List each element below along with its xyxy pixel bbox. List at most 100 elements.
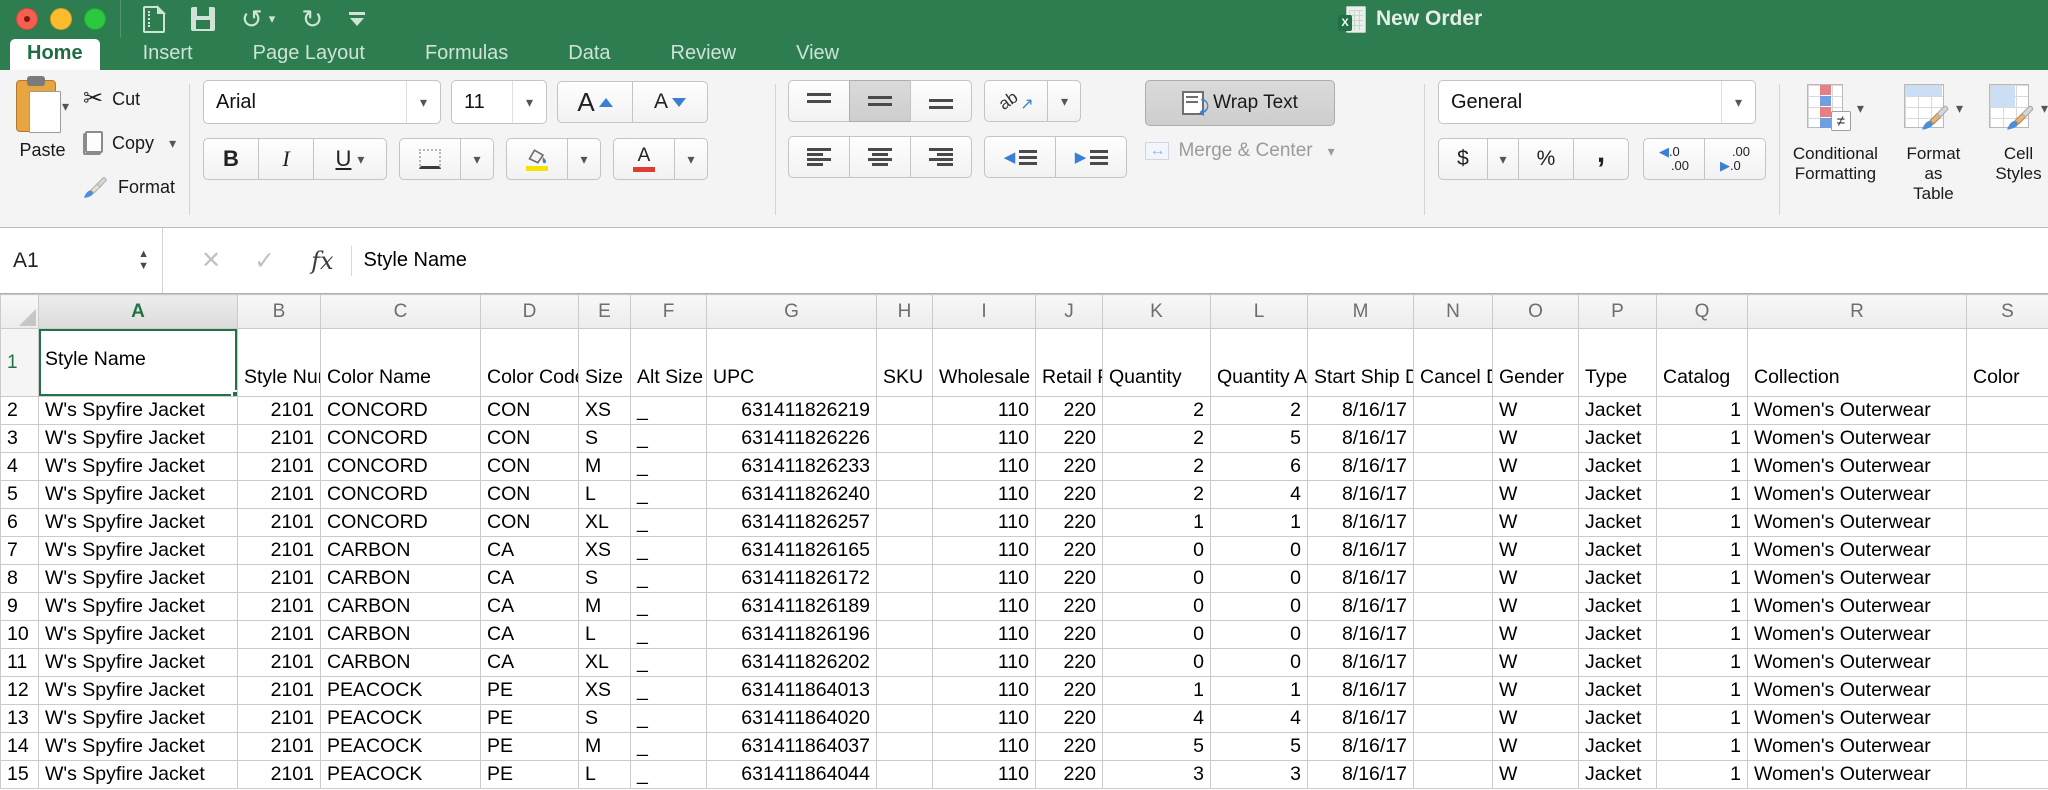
cell-N15[interactable] (1414, 761, 1493, 789)
row-header-5[interactable]: 5 (1, 481, 39, 509)
save-icon[interactable] (191, 7, 215, 31)
column-header-F[interactable]: F (631, 295, 707, 329)
cell-Q13[interactable]: 1 (1657, 705, 1748, 733)
column-header-G[interactable]: G (707, 295, 877, 329)
cell-G2[interactable]: 631411826219 (707, 397, 877, 425)
column-header-M[interactable]: M (1308, 295, 1414, 329)
number-format-dropdown-icon[interactable]: ▾ (1735, 94, 1742, 111)
format-painter-button[interactable]: Format (83, 170, 176, 204)
cell-G11[interactable]: 631411826202 (707, 649, 877, 677)
tab-formulas[interactable]: Formulas (408, 39, 525, 70)
column-header-E[interactable]: E (579, 295, 631, 329)
cell-A12[interactable]: W's Spyfire Jacket (39, 677, 238, 705)
cell-F6[interactable]: _ (631, 509, 707, 537)
cell-F7[interactable]: _ (631, 537, 707, 565)
tab-view[interactable]: View (779, 39, 856, 70)
cell-O6[interactable]: W (1493, 509, 1579, 537)
cell-I14[interactable]: 110 (933, 733, 1036, 761)
cell-F11[interactable]: _ (631, 649, 707, 677)
cell-B14[interactable]: 2101 (238, 733, 321, 761)
paste-dropdown-icon[interactable]: ▾ (62, 98, 69, 115)
cell-M10[interactable]: 8/16/17 (1308, 621, 1414, 649)
column-header-S[interactable]: S (1967, 295, 2048, 329)
font-color-button[interactable]: A (613, 138, 675, 180)
cell-D9[interactable]: CA (481, 593, 579, 621)
row-header-15[interactable]: 15 (1, 761, 39, 789)
italic-button[interactable]: I (258, 138, 314, 180)
row-header-6[interactable]: 6 (1, 509, 39, 537)
column-header-O[interactable]: O (1493, 295, 1579, 329)
cell-M3[interactable]: 8/16/17 (1308, 425, 1414, 453)
number-format-select[interactable]: General ▾ (1438, 80, 1756, 124)
copy-dropdown-icon[interactable]: ▾ (169, 135, 176, 152)
cell-O2[interactable]: W (1493, 397, 1579, 425)
cell-I12[interactable]: 110 (933, 677, 1036, 705)
cell-P5[interactable]: Jacket (1579, 481, 1657, 509)
cell-Q15[interactable]: 1 (1657, 761, 1748, 789)
borders-dropdown[interactable]: ▾ (460, 138, 494, 180)
column-header-Q[interactable]: Q (1657, 295, 1748, 329)
name-box-spinner[interactable]: ▲▼ (138, 250, 149, 271)
cell-E6[interactable]: XL (579, 509, 631, 537)
cell-I8[interactable]: 110 (933, 565, 1036, 593)
cell-L9[interactable]: 0 (1211, 593, 1308, 621)
cell-A15[interactable]: W's Spyfire Jacket (39, 761, 238, 789)
cell-I2[interactable]: 110 (933, 397, 1036, 425)
cell-Q12[interactable]: 1 (1657, 677, 1748, 705)
cell-E9[interactable]: M (579, 593, 631, 621)
cell-I4[interactable]: 110 (933, 453, 1036, 481)
increase-font-size-button[interactable]: A (557, 81, 633, 123)
cell-B1[interactable]: Style Number (238, 329, 321, 397)
cell-E2[interactable]: XS (579, 397, 631, 425)
cell-R5[interactable]: Women's Outerwear (1748, 481, 1967, 509)
cell-A11[interactable]: W's Spyfire Jacket (39, 649, 238, 677)
cell-styles-button[interactable]: ▾ CellStyles (1989, 84, 2048, 184)
column-header-L[interactable]: L (1211, 295, 1308, 329)
cell-M14[interactable]: 8/16/17 (1308, 733, 1414, 761)
cell-C12[interactable]: PEACOCK (321, 677, 481, 705)
cell-E1[interactable]: Size (579, 329, 631, 397)
select-all-corner[interactable] (1, 295, 39, 329)
cell-D2[interactable]: CON (481, 397, 579, 425)
cell-J14[interactable]: 220 (1036, 733, 1103, 761)
cell-G15[interactable]: 631411864044 (707, 761, 877, 789)
cell-C6[interactable]: CONCORD (321, 509, 481, 537)
cell-P6[interactable]: Jacket (1579, 509, 1657, 537)
cell-L8[interactable]: 0 (1211, 565, 1308, 593)
cell-I15[interactable]: 110 (933, 761, 1036, 789)
row-header-8[interactable]: 8 (1, 565, 39, 593)
cell-P12[interactable]: Jacket (1579, 677, 1657, 705)
cell-O1[interactable]: Gender (1493, 329, 1579, 397)
cell-A8[interactable]: W's Spyfire Jacket (39, 565, 238, 593)
cell-C11[interactable]: CARBON (321, 649, 481, 677)
cell-Q6[interactable]: 1 (1657, 509, 1748, 537)
cell-F12[interactable]: _ (631, 677, 707, 705)
cell-G7[interactable]: 631411826165 (707, 537, 877, 565)
cell-M5[interactable]: 8/16/17 (1308, 481, 1414, 509)
column-header-R[interactable]: R (1748, 295, 1967, 329)
cell-B6[interactable]: 2101 (238, 509, 321, 537)
cell-O5[interactable]: W (1493, 481, 1579, 509)
tab-page-layout[interactable]: Page Layout (236, 39, 382, 70)
cell-R10[interactable]: Women's Outerwear (1748, 621, 1967, 649)
cell-H2[interactable] (877, 397, 933, 425)
cell-L15[interactable]: 3 (1211, 761, 1308, 789)
column-header-J[interactable]: J (1036, 295, 1103, 329)
tab-home[interactable]: Home (10, 39, 100, 70)
cell-I9[interactable]: 110 (933, 593, 1036, 621)
cell-Q7[interactable]: 1 (1657, 537, 1748, 565)
cell-N6[interactable] (1414, 509, 1493, 537)
cell-N13[interactable] (1414, 705, 1493, 733)
cell-B12[interactable]: 2101 (238, 677, 321, 705)
cell-K10[interactable]: 0 (1103, 621, 1211, 649)
cell-O14[interactable]: W (1493, 733, 1579, 761)
cell-L4[interactable]: 6 (1211, 453, 1308, 481)
cell-E8[interactable]: S (579, 565, 631, 593)
tab-review[interactable]: Review (654, 39, 754, 70)
underline-dropdown-icon[interactable]: ▾ (357, 151, 364, 168)
cell-C7[interactable]: CARBON (321, 537, 481, 565)
cell-H10[interactable] (877, 621, 933, 649)
cell-A1[interactable]: Style Name (39, 329, 238, 397)
cell-I6[interactable]: 110 (933, 509, 1036, 537)
cell-M8[interactable]: 8/16/17 (1308, 565, 1414, 593)
